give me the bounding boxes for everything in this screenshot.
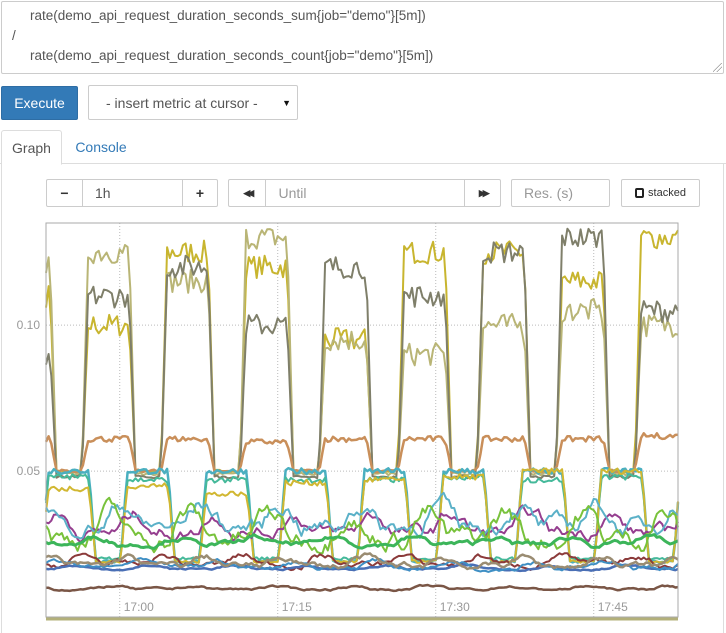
increase-range-button[interactable]: + (181, 180, 217, 206)
tab-console[interactable]: Console (62, 130, 140, 164)
y-tick-label: 0.05 (17, 464, 41, 478)
execute-button[interactable]: Execute (1, 86, 78, 120)
insert-metric-select[interactable]: - insert metric at cursor - ▼ (88, 85, 298, 120)
expression-input[interactable]: rate(demo_api_request_duration_seconds_s… (1, 1, 724, 74)
end-time-control: ◀◀ ▶▶ (228, 179, 501, 207)
x-tick-label: 17:30 (440, 600, 470, 614)
series-line-olive-high-1 (45, 229, 679, 474)
expression-line-1: rate(demo_api_request_duration_seconds_s… (30, 8, 426, 23)
x-tick-label: 17:45 (598, 600, 628, 614)
caret-down-icon: ▼ (282, 98, 291, 108)
chart-series (44, 227, 680, 593)
stacked-label: stacked (648, 187, 686, 199)
until-input[interactable] (265, 180, 465, 206)
range-input[interactable] (81, 180, 182, 206)
series-line-gray-high-3 (45, 227, 679, 480)
time-series-chart: 17:00 17:15 17:30 17:45 0.05 0.10 (17, 222, 680, 621)
tab-bar: Graph Console (0, 130, 726, 165)
series-line-brown-low (45, 583, 679, 593)
expression-line-2: / (12, 28, 16, 43)
decrease-range-button[interactable]: − (47, 180, 82, 206)
resize-handle-icon[interactable] (713, 63, 722, 72)
checkbox-icon (635, 188, 645, 198)
series-line-brown-mid (44, 432, 679, 474)
x-tick-label: 17:00 (124, 600, 154, 614)
rewind-icon[interactable]: ◀◀ (229, 180, 265, 206)
stacked-toggle-button[interactable]: stacked (621, 179, 700, 207)
range-control: − + (46, 179, 218, 207)
y-tick-label: 0.10 (17, 318, 41, 332)
expression-line-3: rate(demo_api_request_duration_seconds_c… (30, 48, 434, 63)
fast-forward-icon[interactable]: ▶▶ (464, 180, 500, 206)
tab-graph[interactable]: Graph (1, 130, 62, 165)
metric-select-label: - insert metric at cursor - (106, 94, 258, 111)
resolution-control (511, 179, 610, 207)
resolution-input[interactable] (512, 180, 609, 206)
x-tick-label: 17:15 (282, 600, 312, 614)
